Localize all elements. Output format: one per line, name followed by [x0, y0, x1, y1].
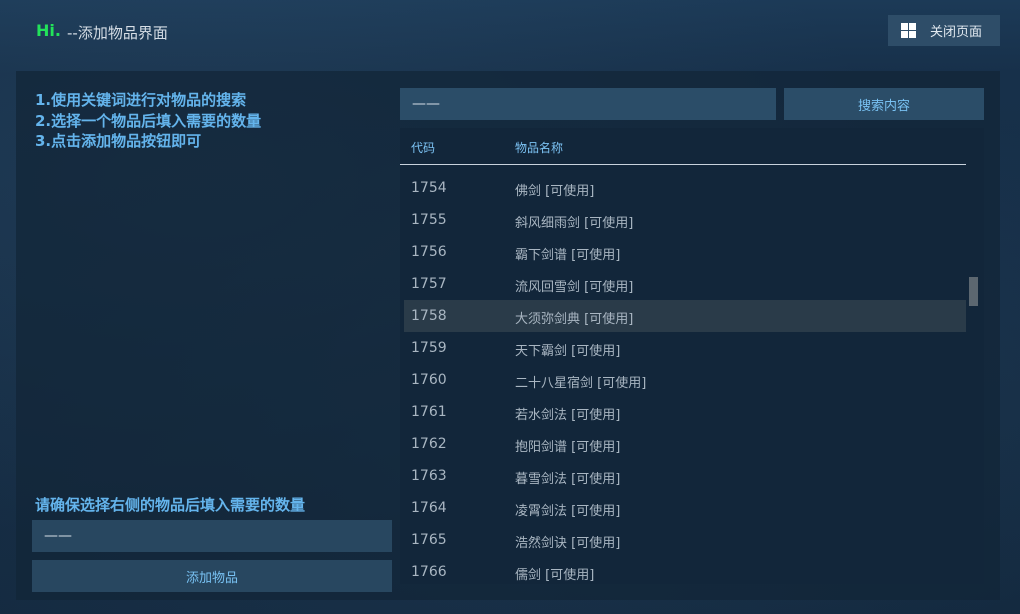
table-row[interactable]: 1758 大须弥剑典 [可使用]: [404, 300, 966, 332]
table-row[interactable]: 1755 斜风细雨剑 [可使用]: [404, 204, 966, 236]
quantity-input[interactable]: [32, 520, 392, 552]
item-code: 1758: [411, 308, 447, 324]
instruction-line-1: 1.使用关键词进行对物品的搜索: [35, 91, 247, 109]
table-row[interactable]: 1757 流风回雪剑 [可使用]: [404, 268, 966, 300]
instruction-line-3: 3.点击添加物品按钮即可: [35, 132, 202, 150]
item-name: 佛剑 [可使用]: [515, 184, 595, 199]
scrollbar[interactable]: [966, 128, 984, 584]
table-row[interactable]: 1765 浩然剑诀 [可使用]: [404, 524, 966, 556]
item-name: 霸下剑谱 [可使用]: [515, 248, 621, 263]
item-name: 若水剑法 [可使用]: [515, 408, 621, 423]
list-header: 代码 物品名称: [400, 128, 966, 165]
item-name: 天下霸剑 [可使用]: [515, 344, 621, 359]
item-code: 1760: [411, 372, 447, 388]
item-name: 抱阳剑谱 [可使用]: [515, 440, 621, 455]
table-row[interactable]: 1762 抱阳剑谱 [可使用]: [404, 428, 966, 460]
item-name: 大须弥剑典 [可使用]: [515, 312, 634, 327]
item-code: 1755: [411, 212, 447, 228]
instruction-line-2: 2.选择一个物品后填入需要的数量: [35, 111, 262, 130]
table-row[interactable]: 1756 霸下剑谱 [可使用]: [404, 236, 966, 268]
item-code: 1759: [411, 340, 447, 356]
table-row[interactable]: 1761 若水剑法 [可使用]: [404, 396, 966, 428]
item-name: 二十八星宿剑 [可使用]: [515, 376, 647, 391]
table-row[interactable]: 1764 凌霄剑法 [可使用]: [404, 492, 966, 524]
column-header-name[interactable]: 物品名称: [515, 139, 563, 156]
item-code: 1764: [411, 500, 447, 516]
item-code: 1765: [411, 532, 447, 548]
close-page-label: 关闭页面: [930, 25, 983, 40]
item-name: 儒剑 [可使用]: [515, 568, 595, 583]
header-bar: Hi. --添加物品界面 关闭页面: [0, 0, 1020, 62]
item-code: 1754: [411, 180, 447, 196]
item-name: 流风回雪剑 [可使用]: [515, 280, 634, 295]
table-row[interactable]: 1760 二十八星宿剑 [可使用]: [404, 364, 966, 396]
search-input[interactable]: [400, 88, 776, 120]
item-code: 1766: [411, 564, 447, 580]
item-code: 1762: [411, 436, 447, 452]
item-code: 1763: [411, 468, 447, 484]
windows-grid-icon: [901, 23, 916, 38]
quantity-hint: 请确保选择右侧的物品后填入需要的数量: [35, 496, 306, 514]
item-code: 1761: [411, 404, 447, 420]
item-name: 浩然剑诀 [可使用]: [515, 536, 621, 551]
table-row[interactable]: 1754 佛剑 [可使用]: [404, 172, 966, 204]
search-button[interactable]: 搜索内容: [784, 88, 984, 120]
table-row[interactable]: 1763 暮雪剑法 [可使用]: [404, 460, 966, 492]
column-header-code[interactable]: 代码: [411, 139, 435, 156]
list-rows: 1754 佛剑 [可使用] 1755 斜风细雨剑 [可使用] 1756 霸下剑谱 [可使用…: [404, 172, 966, 584]
item-name: 暮雪剑法 [可使用]: [515, 472, 621, 487]
item-name: 斜风细雨剑 [可使用]: [515, 216, 634, 231]
table-row[interactable]: 1759 天下霸剑 [可使用]: [404, 332, 966, 364]
table-row[interactable]: 1766 儒剑 [可使用]: [404, 556, 966, 584]
item-name: 凌霄剑法 [可使用]: [515, 504, 621, 519]
page-title: --添加物品界面: [67, 24, 168, 42]
add-item-button[interactable]: 添加物品: [32, 560, 392, 592]
instructions: 1.使用关键词进行对物品的搜索 2.选择一个物品后填入需要的数量 3.点击添加物…: [35, 90, 261, 152]
close-page-button[interactable]: 关闭页面: [888, 15, 1000, 46]
item-list: 代码 物品名称 1754 佛剑 [可使用] 1755 斜风细雨剑 [可使用] 1756 霸…: [400, 128, 984, 584]
item-code: 1756: [411, 244, 447, 260]
greeting: Hi.: [36, 21, 61, 40]
item-code: 1757: [411, 276, 447, 292]
scrollbar-thumb[interactable]: [969, 277, 978, 306]
